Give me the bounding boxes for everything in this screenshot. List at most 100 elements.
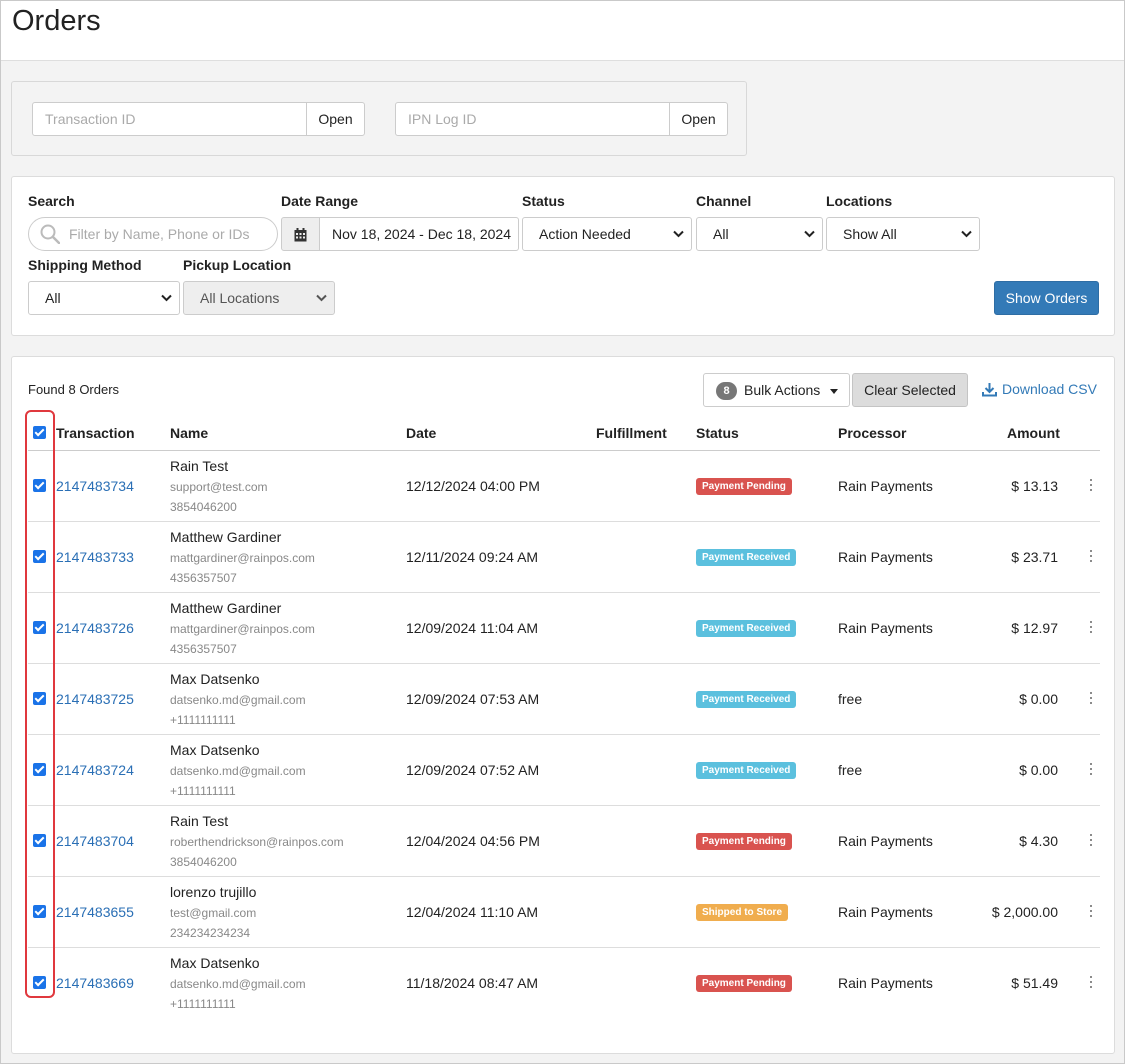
table-row[interactable]: 2147483655 lorenzo trujillo test@gmail.com… (28, 877, 1100, 948)
order-date: 12/09/2024 11:04 AM (406, 620, 539, 636)
processor: Rain Payments (838, 478, 933, 494)
locations-label: Locations (826, 193, 893, 209)
order-amount: $ 51.49 (1011, 975, 1058, 991)
status-select-value: Action Needed (539, 226, 631, 242)
processor: free (838, 691, 863, 707)
shipping-method-value: All (45, 290, 61, 306)
status-badge: Payment Received (696, 620, 797, 637)
date-range-label: Date Range (281, 193, 359, 209)
date-range-picker[interactable]: Nov 18, 2024 - Dec 18, 2024 (281, 217, 520, 251)
order-date: 12/04/2024 11:10 AM (406, 904, 539, 920)
bulk-actions-button[interactable]: 8 Bulk Actions (703, 373, 850, 407)
show-orders-button[interactable]: Show Orders (994, 281, 1099, 315)
search-icon (40, 224, 60, 244)
status-badge: Payment Received (696, 762, 797, 779)
found-orders-count: Found 8 Orders (28, 382, 120, 397)
more-actions-icon[interactable] (1089, 550, 1093, 564)
customer-phone: 234234234234 (170, 926, 251, 940)
table-row[interactable]: 2147483733 Matthew Gardiner mattgardiner@r… (28, 522, 1100, 593)
table-row[interactable]: 2147483725 Max Datsenko datsenko.md@gmail.… (28, 664, 1100, 735)
status-badge: Shipped to Store (696, 904, 788, 921)
page-header: Orders (1, 1, 1124, 61)
more-actions-icon[interactable] (1089, 763, 1093, 777)
chevron-down-icon (804, 230, 815, 238)
table-row[interactable]: 2147483734 Rain Test support@test.com 38540… (28, 451, 1100, 522)
clear-selected-button[interactable]: Clear Selected (852, 373, 968, 407)
customer-email: support@test.com (170, 480, 268, 494)
transaction-id-input[interactable]: Transaction ID (32, 102, 307, 136)
customer-name: Matthew Gardiner (170, 600, 282, 616)
locations-select[interactable]: Show All (826, 217, 980, 251)
pickup-location-select[interactable]: All Locations (183, 281, 335, 315)
more-actions-icon[interactable] (1089, 479, 1093, 493)
transaction-link[interactable]: 2147483655 (56, 904, 134, 920)
order-date: 11/18/2024 08:47 AM (406, 975, 539, 991)
order-date: 12/09/2024 07:52 AM (406, 762, 540, 778)
more-actions-icon[interactable] (1089, 621, 1093, 635)
status-badge: Payment Received (696, 691, 797, 708)
table-row[interactable]: 2147483704 Rain Test roberthendrickson@rai… (28, 806, 1100, 877)
customer-phone: 3854046200 (170, 855, 237, 869)
selection-highlight-box (25, 410, 55, 998)
order-date: 12/12/2024 04:00 PM (406, 478, 540, 494)
search-label: Search (28, 193, 75, 209)
order-date: 12/04/2024 04:56 PM (406, 833, 540, 849)
status-select[interactable]: Action Needed (522, 217, 692, 251)
customer-phone: +1111111111 (170, 997, 236, 1011)
open-transaction-button[interactable]: Open (306, 102, 365, 136)
customer-email: roberthendrickson@rainpos.com (170, 835, 344, 849)
transaction-link[interactable]: 2147483726 (56, 620, 134, 636)
lookup-panel: Transaction ID Open IPN Log ID Open (11, 81, 747, 156)
status-badge: Payment Pending (696, 975, 792, 992)
customer-email: datsenko.md@gmail.com (170, 764, 306, 778)
customer-name: Max Datsenko (170, 955, 260, 971)
customer-email: test@gmail.com (170, 906, 257, 920)
customer-name: Matthew Gardiner (170, 529, 282, 545)
transaction-link[interactable]: 2147483704 (56, 833, 134, 849)
column-header-date[interactable]: Date (406, 425, 436, 441)
customer-email: datsenko.md@gmail.com (170, 693, 306, 707)
customer-email: datsenko.md@gmail.com (170, 977, 306, 991)
download-csv-link[interactable]: Download CSV (982, 381, 1097, 397)
order-amount: $ 0.00 (1019, 762, 1058, 778)
orders-panel: Found 8 Orders 8 Bulk Actions Clear Sele… (11, 356, 1115, 1054)
locations-select-value: Show All (843, 226, 897, 242)
search-input[interactable]: Filter by Name, Phone or IDs (28, 217, 278, 251)
transaction-link[interactable]: 2147483734 (56, 478, 134, 494)
column-header-transaction[interactable]: Transaction (56, 425, 135, 441)
open-ipn-button[interactable]: Open (669, 102, 728, 136)
order-date: 12/11/2024 09:24 AM (406, 549, 539, 565)
processor: Rain Payments (838, 904, 933, 920)
order-amount: $ 12.97 (1011, 620, 1058, 636)
transaction-link[interactable]: 2147483669 (56, 975, 134, 991)
customer-name: Max Datsenko (170, 671, 260, 687)
more-actions-icon[interactable] (1089, 692, 1093, 706)
calendar-button[interactable] (281, 217, 320, 251)
transaction-link[interactable]: 2147483733 (56, 549, 134, 565)
column-header-processor[interactable]: Processor (838, 425, 906, 441)
calendar-icon (294, 228, 307, 242)
date-range-input[interactable]: Nov 18, 2024 - Dec 18, 2024 (319, 217, 519, 251)
column-header-status[interactable]: Status (696, 425, 739, 441)
ipn-log-id-input[interactable]: IPN Log ID (395, 102, 670, 136)
more-actions-icon[interactable] (1089, 905, 1093, 919)
table-row[interactable]: 2147483724 Max Datsenko datsenko.md@gmail.… (28, 735, 1100, 806)
search-placeholder: Filter by Name, Phone or IDs (69, 226, 250, 242)
chevron-down-icon (161, 294, 172, 302)
column-header-amount[interactable]: Amount (1007, 425, 1060, 441)
transaction-link[interactable]: 2147483724 (56, 762, 134, 778)
download-icon (982, 383, 997, 397)
transaction-link[interactable]: 2147483725 (56, 691, 134, 707)
shipping-method-select[interactable]: All (28, 281, 180, 315)
order-amount: $ 2,000.00 (991, 904, 1058, 920)
customer-phone: 4356357507 (170, 571, 237, 585)
channel-select[interactable]: All (696, 217, 823, 251)
more-actions-icon[interactable] (1089, 976, 1093, 990)
table-row[interactable]: 2147483726 Matthew Gardiner mattgardiner@r… (28, 593, 1100, 664)
customer-email: mattgardiner@rainpos.com (170, 551, 315, 565)
more-actions-icon[interactable] (1089, 834, 1093, 848)
column-header-name[interactable]: Name (170, 425, 208, 441)
table-row[interactable]: 2147483669 Max Datsenko datsenko.md@gmail.… (28, 948, 1100, 1019)
column-header-fulfillment[interactable]: Fulfillment (596, 425, 667, 441)
status-badge: Payment Pending (696, 478, 792, 495)
